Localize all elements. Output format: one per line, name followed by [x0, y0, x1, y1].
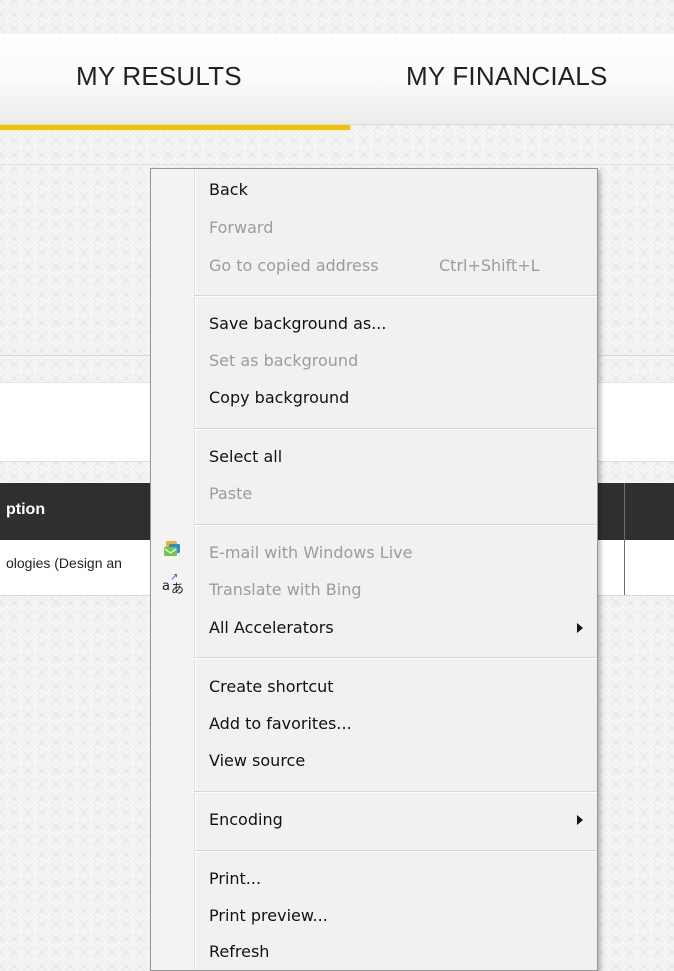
menu-item-save-background[interactable]: Save background as...: [194, 308, 597, 342]
menu-label-all-accelerators: All Accelerators: [209, 618, 334, 637]
menu-label-add-to-favorites: Add to favorites...: [209, 714, 352, 733]
menu-separator: [194, 850, 597, 852]
menu-item-view-source[interactable]: View source: [194, 745, 597, 779]
menu-label-encoding: Encoding: [209, 810, 283, 829]
menu-label-paste: Paste: [209, 484, 253, 503]
menu-item-forward: Forward: [194, 212, 597, 246]
menu-label-set-as-background: Set as background: [209, 351, 359, 370]
menu-label-translate-with-bing: Translate with Bing: [209, 580, 362, 599]
menu-icon-gutter: [151, 169, 196, 970]
translate-icon-japanese: あ: [171, 582, 185, 597]
menu-item-print-preview[interactable]: Print preview...: [194, 900, 597, 934]
tab-my-results[interactable]: MY RESULTS: [76, 63, 242, 89]
menu-label-refresh: Refresh: [209, 942, 270, 961]
menu-separator: [194, 791, 597, 793]
page-background: MY RESULTS MY FINANCIALS ption ologies (…: [0, 0, 674, 971]
top-navigation: MY RESULTS MY FINANCIALS: [0, 34, 674, 125]
menu-item-all-accelerators[interactable]: All Accelerators: [194, 612, 597, 646]
menu-separator: [194, 295, 597, 297]
menu-label-select-all: Select all: [209, 447, 283, 466]
menu-separator: [194, 524, 597, 526]
menu-item-email-windows-live: E-mail with Windows Live: [164, 537, 597, 571]
menu-item-encoding[interactable]: Encoding: [194, 804, 597, 838]
menu-item-refresh[interactable]: Refresh: [194, 936, 597, 970]
menu-label-create-shortcut: Create shortcut: [209, 677, 334, 696]
menu-item-go-to-copied-address: Go to copied address Ctrl+Shift+L: [194, 250, 597, 284]
menu-item-translate-with-bing: ↗ a あ Translate with Bing: [162, 573, 597, 608]
menu-label-go-to-copied-address: Go to copied address: [209, 256, 379, 275]
translate-icon-latin: a: [162, 579, 170, 594]
menu-label-print-preview: Print preview...: [209, 906, 328, 925]
menu-label-email-windows-live: E-mail with Windows Live: [209, 543, 413, 562]
menu-label-forward: Forward: [209, 218, 274, 237]
windows-live-mail-icon: [162, 538, 184, 560]
translate-icon: ↗ a あ: [162, 573, 185, 597]
menu-item-paste: Paste: [194, 478, 597, 512]
menu-separator: [194, 428, 597, 430]
menu-label-save-background: Save background as...: [209, 314, 387, 333]
submenu-arrow-icon: [577, 623, 583, 633]
menu-item-add-to-favorites[interactable]: Add to favorites...: [194, 708, 597, 742]
menu-label-print: Print...: [209, 869, 262, 888]
table-cell-description: ologies (Design an: [6, 555, 122, 571]
menu-label-back: Back: [209, 180, 248, 199]
menu-item-set-as-background: Set as background: [194, 345, 597, 379]
context-menu: Back Forward Go to copied address Ctrl+S…: [150, 168, 598, 971]
table-header-description: ption: [6, 501, 46, 518]
menu-shortcut-go-to-copied-address: Ctrl+Shift+L: [439, 256, 540, 275]
menu-item-copy-background[interactable]: Copy background: [194, 382, 597, 416]
menu-item-back[interactable]: Back: [194, 174, 597, 208]
menu-item-select-all[interactable]: Select all: [194, 441, 597, 475]
table-column-divider: [624, 483, 625, 595]
tab-my-financials[interactable]: MY FINANCIALS: [406, 63, 608, 89]
submenu-arrow-icon: [577, 815, 583, 825]
menu-separator: [194, 657, 597, 659]
menu-label-copy-background: Copy background: [209, 388, 350, 407]
menu-label-view-source: View source: [209, 751, 306, 770]
menu-item-create-shortcut[interactable]: Create shortcut: [194, 671, 597, 705]
active-tab-indicator: [0, 125, 350, 130]
menu-item-print[interactable]: Print...: [194, 863, 597, 897]
